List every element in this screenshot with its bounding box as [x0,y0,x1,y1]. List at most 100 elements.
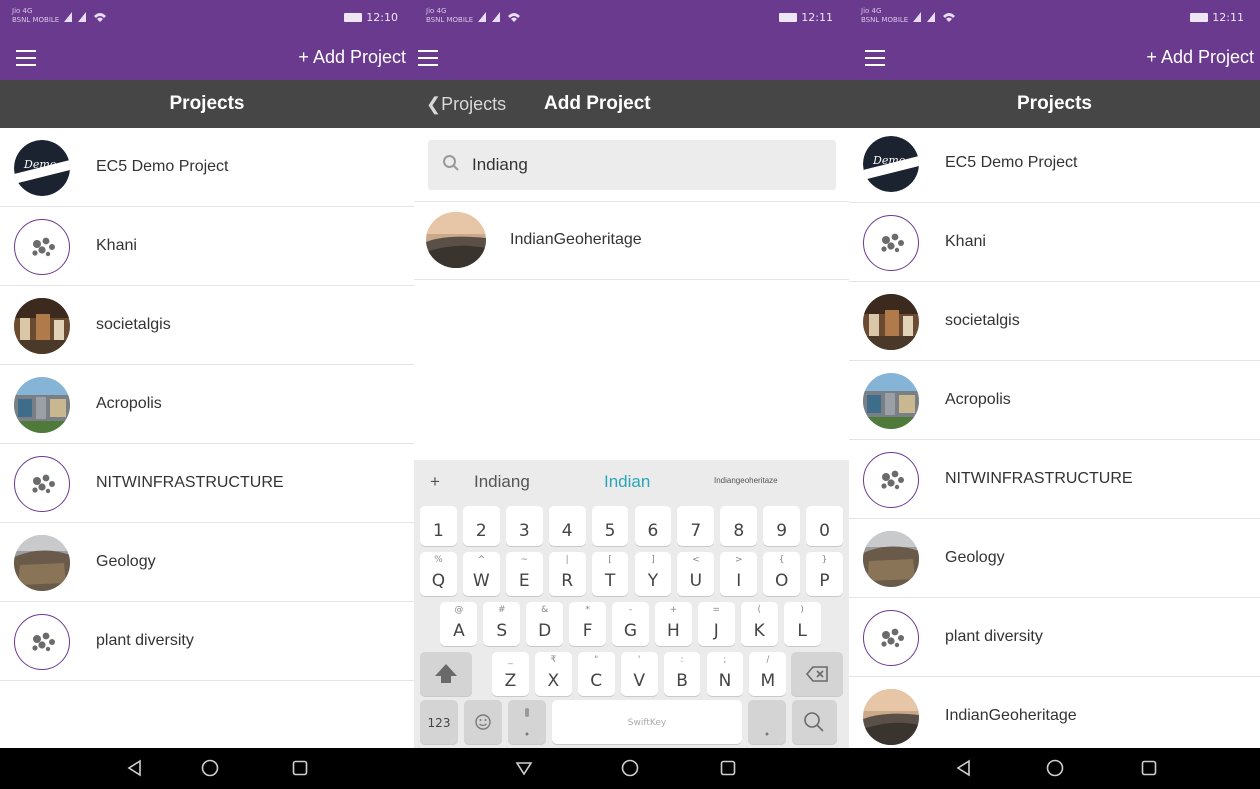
project-list-item[interactable]: Geology [849,519,1260,598]
space-key[interactable]: SwiftKey [552,700,742,744]
key-i[interactable]: > I [720,552,758,596]
key-label: 3 [518,521,530,541]
status-bar: Jio 4G BSNL MOBILE 12:11 [849,0,1260,36]
carrier-label: Jio 4G BSNL MOBILE [12,7,60,24]
back-nav-icon[interactable] [125,758,145,778]
add-project-button[interactable]: + Add Project [1146,47,1254,68]
search-box[interactable] [428,140,836,190]
backspace-key[interactable] [791,652,843,696]
key-k[interactable]: (K [740,602,778,646]
key-t[interactable]: [T [591,552,629,596]
key-1[interactable]: 1 [420,506,457,546]
key-0[interactable]: 0 [806,506,843,546]
mic-comma-key[interactable] [508,700,546,744]
project-list-item[interactable]: Acropolis [0,365,414,444]
key-q[interactable]: % Q [420,552,457,596]
project-list-item[interactable]: NITWINFRASTRUCTURE [849,440,1260,519]
key-z[interactable]: _ Z [492,652,529,696]
key-7[interactable]: 7 [677,506,715,546]
key-secondary-label: % [434,555,443,565]
recents-nav-icon[interactable] [718,758,738,778]
key-label: X [547,671,560,691]
project-name: Khani [945,233,986,250]
project-list-item[interactable]: plant diversity [849,598,1260,677]
key-9[interactable]: 9 [763,506,801,546]
project-list-item[interactable]: Demo EC5 Demo Project [0,128,414,207]
key-5[interactable]: 5 [591,506,629,546]
project-list-item[interactable]: Khani [849,203,1260,282]
key-secondary-label: @ [454,605,464,615]
key-label: T [604,571,616,591]
project-avatar-photo-rock [863,531,919,587]
project-list-item[interactable]: Acropolis [849,361,1260,440]
recents-nav-icon[interactable] [290,758,310,778]
key-v[interactable]: ' V [620,652,658,696]
key-2[interactable]: 2 [462,506,500,546]
project-list-item[interactable]: NITWINFRASTRUCTURE [0,444,414,523]
key-m[interactable]: / M [749,652,787,696]
menu-icon[interactable] [16,50,36,66]
key-p[interactable]: } P [806,552,843,596]
project-list-item[interactable]: Demo EC5 Demo Project [849,124,1260,203]
key-secondary-label: & [541,605,549,615]
clipboard-add-icon[interactable]: + [430,472,440,492]
key-r[interactable]: | R [548,552,586,596]
numbers-key[interactable]: 123 [420,700,458,744]
project-list-item[interactable]: IndianGeoheritage [849,677,1260,756]
project-list-item[interactable]: Khani [0,207,414,286]
key-e[interactable]: ~ E [505,552,543,596]
key-3[interactable]: 3 [505,506,543,546]
search-result-item[interactable]: IndianGeoheritage [414,202,849,280]
key-f[interactable]: * F [569,602,607,646]
key-g[interactable]: -G [612,602,649,646]
suggestion-1[interactable]: Indiang [474,472,530,492]
key-n[interactable]: ; N [706,652,744,696]
emoji-key[interactable] [464,700,502,744]
key-4[interactable]: 4 [548,506,586,546]
home-nav-icon[interactable] [1045,758,1065,778]
shift-key[interactable] [420,652,472,696]
menu-icon[interactable] [418,50,438,66]
key-label: 4 [561,521,573,541]
home-nav-icon[interactable] [200,758,220,778]
key-o[interactable]: {O [763,552,801,596]
project-list-item[interactable]: societalgis [849,282,1260,361]
back-nav-icon[interactable] [954,758,974,778]
key-d[interactable]: & D [526,602,564,646]
add-project-button[interactable]: + Add Project [298,47,406,68]
key-j[interactable]: = J [697,602,735,646]
suggestion-3[interactable]: Indiangeoheritaze [714,476,778,485]
key-w[interactable]: ^ W [462,552,500,596]
key-u[interactable]: < U [677,552,715,596]
android-nav-bar [849,748,1260,789]
key-y[interactable]: ] Y [634,552,672,596]
key-c[interactable]: " C [577,652,615,696]
project-list-item[interactable]: societalgis [0,286,414,365]
back-to-projects-link[interactable]: ❮Projects [426,94,506,115]
key-b[interactable]: :B [663,652,701,696]
key-h[interactable]: + H [654,602,692,646]
home-nav-icon[interactable] [620,758,640,778]
menu-icon[interactable] [865,50,885,66]
project-name: Geology [96,553,156,570]
key-s[interactable]: # S [483,602,521,646]
search-input[interactable] [472,151,812,179]
suggestion-2[interactable]: Indian [604,472,650,492]
project-list-item[interactable]: Geology [0,523,414,602]
key-l[interactable]: ) L [783,602,821,646]
recents-nav-icon[interactable] [1139,758,1159,778]
search-action-key[interactable] [792,700,837,744]
key-secondary-label: ; [723,655,727,665]
title-bar: Projects [849,80,1260,128]
key-6[interactable]: 6 [634,506,672,546]
key-8[interactable]: 8 [720,506,758,546]
key-secondary-label: * [585,605,590,615]
search-result-label: IndianGeoheritage [510,231,642,248]
project-list-item[interactable]: plant diversity [0,602,414,681]
back-nav-icon[interactable] [514,758,534,778]
period-key[interactable] [748,700,786,744]
key-x[interactable]: ₹ X [534,652,572,696]
svg-text:Demo: Demo [23,158,57,171]
key-a[interactable]: @ A [440,602,478,646]
key-label: W [472,571,490,591]
